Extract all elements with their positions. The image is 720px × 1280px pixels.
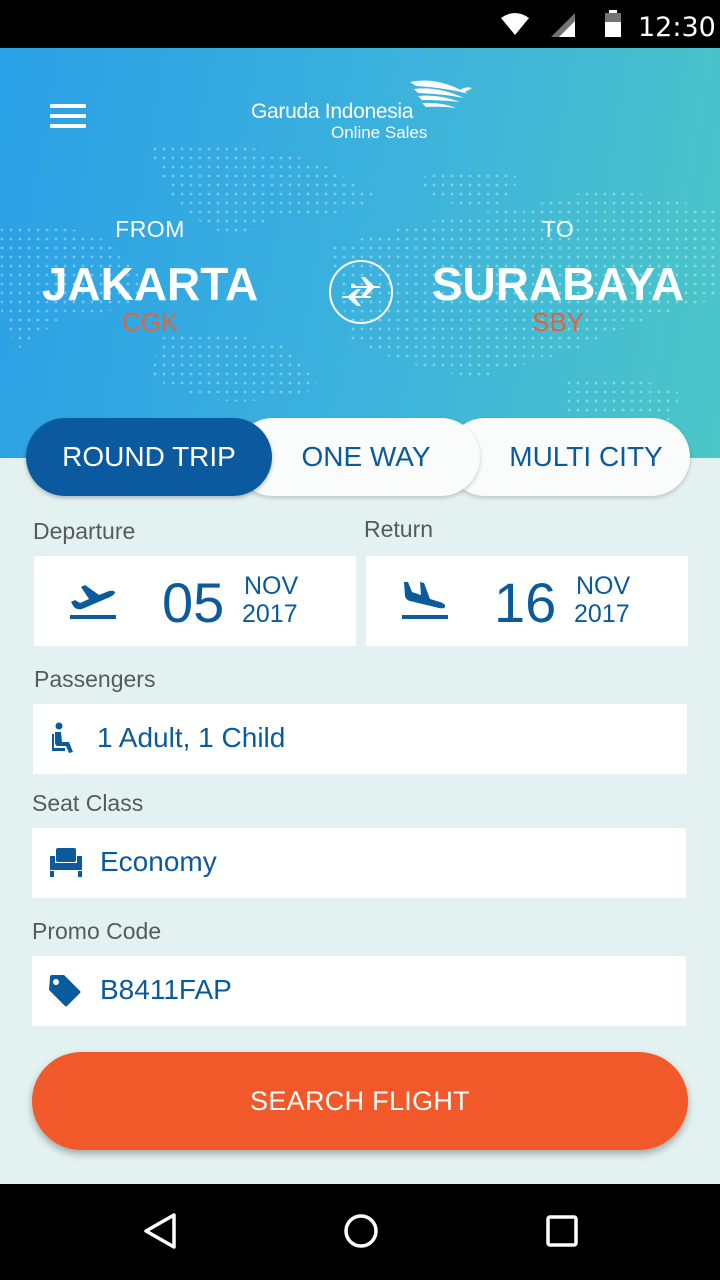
swap-plane-icon: [341, 277, 381, 306]
logo-subtitle: Online Sales: [331, 123, 428, 142]
back-triangle-icon[interactable]: [142, 1212, 178, 1250]
return-day: 16: [494, 571, 557, 634]
wifi-icon: [501, 13, 529, 35]
tag-icon: [49, 975, 81, 1007]
passengers-value: 1 Adult, 1 Child: [97, 722, 286, 753]
to-label: TO: [541, 216, 575, 242]
takeoff-icon: [70, 585, 116, 619]
to-airport-code: SBY: [531, 307, 585, 337]
swap-route-button[interactable]: [329, 260, 393, 324]
passenger-icon: [52, 722, 73, 753]
seat-icon: [50, 848, 82, 877]
recents-square-icon[interactable]: [545, 1214, 579, 1248]
from-city[interactable]: FROM JAKARTA CGK: [20, 216, 280, 338]
system-nav-bar: [0, 1184, 720, 1280]
return-year: 2017: [574, 600, 630, 628]
logo-brand: Garuda Indonesia: [251, 100, 414, 123]
promo-code-field[interactable]: B8411FAP: [32, 956, 686, 1026]
seat-class-field[interactable]: Economy: [32, 828, 686, 898]
departure-date-picker[interactable]: 05 NOV 2017: [34, 556, 356, 646]
to-city[interactable]: TO SURABAYA SBY: [428, 216, 688, 338]
search-flight-button[interactable]: SEARCH FLIGHT: [32, 1052, 688, 1150]
from-airport-code: CGK: [121, 307, 179, 337]
garuda-bird-logo: [410, 80, 472, 108]
departure-year: 2017: [242, 600, 298, 628]
garuda-logo: Garuda Indonesia Online Sales: [250, 78, 480, 148]
clock: 12:30: [638, 12, 716, 43]
from-city-name: JAKARTA: [41, 258, 259, 310]
return-month: NOV: [576, 572, 631, 600]
return-date-picker[interactable]: 16 NOV 2017: [366, 556, 688, 646]
passengers-label: Passengers: [34, 666, 156, 692]
signal-icon: [551, 13, 575, 37]
hamburger-menu-icon[interactable]: [50, 104, 86, 130]
tab-round-trip[interactable]: ROUND TRIP: [26, 418, 272, 496]
tab-multi-city[interactable]: MULTI CITY: [446, 418, 690, 496]
departure-label: Departure: [33, 518, 136, 544]
landing-icon: [402, 582, 448, 619]
departure-month: NOV: [244, 572, 299, 600]
route-header: Garuda Indonesia Online Sales FROM JAKAR…: [0, 48, 720, 458]
departure-day: 05: [162, 571, 225, 634]
trip-type-tabs: MULTI CITY ONE WAY ROUND TRIP: [26, 418, 690, 496]
seat-class-label: Seat Class: [32, 790, 144, 816]
from-label: FROM: [115, 216, 185, 242]
seat-class-value: Economy: [100, 846, 217, 877]
status-bar: 12:30: [0, 0, 720, 48]
passengers-field[interactable]: 1 Adult, 1 Child: [33, 704, 687, 774]
promo-code-value: B8411FAP: [100, 974, 232, 1005]
home-circle-icon[interactable]: [342, 1212, 380, 1250]
return-label: Return: [364, 516, 434, 542]
promo-code-label: Promo Code: [32, 918, 162, 944]
to-city-name: SURABAYA: [431, 258, 685, 310]
battery-icon: [605, 10, 621, 37]
